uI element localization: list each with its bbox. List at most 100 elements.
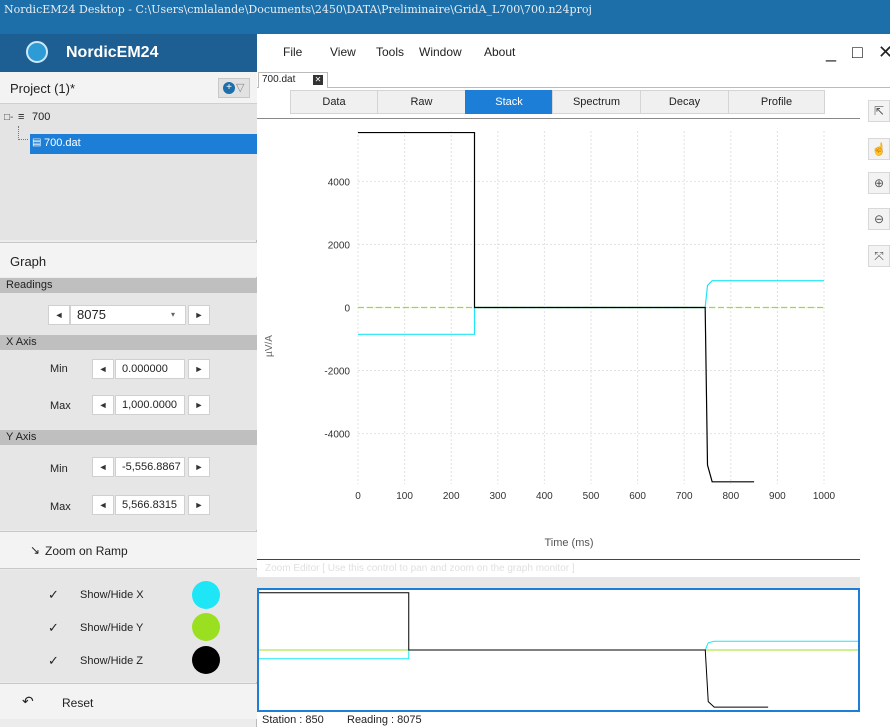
maximize-button[interactable]: □ (852, 42, 863, 63)
y-min-field[interactable]: -5,556.8867 (115, 457, 185, 477)
tree-collapse-icon[interactable]: □- (4, 112, 13, 123)
y-tick-label: 0 (344, 304, 350, 315)
reset-label: Reset (62, 696, 94, 710)
readings-prev-button[interactable]: ◄ (48, 305, 70, 325)
tab-spectrum[interactable]: Spectrum (552, 90, 641, 114)
readings-select[interactable]: 8075 ▾ (70, 305, 186, 325)
close-tab-icon[interactable]: ✕ (313, 75, 323, 85)
x-tick-label: 700 (676, 491, 693, 502)
x-tick-label: 200 (443, 491, 460, 502)
tree-root-label[interactable]: 700 (32, 111, 50, 123)
graph-title: Graph (10, 254, 47, 269)
chart-bottom-border (257, 559, 860, 560)
ramp-icon: ↘ (30, 543, 41, 557)
tab-decay[interactable]: Decay (640, 90, 729, 114)
y-axis-controls: Min ◄ -5,556.8867 ► Max ◄ 5,566.8315 ► (0, 445, 257, 530)
project-tree: □- ≡ 700 ▤ 700.dat (0, 104, 257, 240)
folder-icon: ≡ (18, 111, 25, 123)
project-header: Project (1)* + ▽ (0, 72, 257, 104)
y-min-increment-button[interactable]: ► (188, 457, 210, 477)
x-axis-header: X Axis (0, 335, 257, 350)
zoom-in-icon[interactable]: ⊕ (868, 172, 890, 194)
x-min-decrement-button[interactable]: ◄ (92, 359, 114, 379)
pointer-tool-icon[interactable]: ⇱ (868, 100, 890, 122)
show-z-checkbox[interactable]: ✓ (48, 653, 59, 669)
y-max-increment-button[interactable]: ► (188, 495, 210, 515)
tree-item-700-dat[interactable]: ▤ 700.dat (30, 134, 257, 154)
close-button[interactable]: ✕ (878, 42, 890, 63)
menu-view[interactable]: View (330, 45, 356, 59)
show-x-checkbox[interactable]: ✓ (48, 587, 59, 603)
tree-file-label: 700.dat (44, 137, 81, 149)
status-reading: Reading : 8075 (347, 714, 422, 726)
y-max-label: Max (50, 501, 71, 513)
graph-header: Graph (0, 242, 257, 277)
zoom-editor-overview[interactable] (257, 588, 860, 712)
zoom-out-icon[interactable]: ⊖ (868, 208, 890, 230)
x-max-decrement-button[interactable]: ◄ (92, 395, 114, 415)
menu-file[interactable]: File (283, 45, 302, 59)
y-min-decrement-button[interactable]: ◄ (92, 457, 114, 477)
y-tick-label: 4000 (328, 177, 351, 188)
x-min-field[interactable]: 0.000000 (115, 359, 185, 379)
project-add-filter-button[interactable]: + ▽ (218, 78, 250, 98)
chevron-down-icon: ▾ (171, 310, 176, 319)
brand-header: NordicEM24 (0, 34, 257, 72)
tab-profile[interactable]: Profile (728, 90, 825, 114)
window-title-bar: NordicEM24 Desktop - C:\Users\cmlalande\… (0, 0, 890, 34)
status-bar: Station : 850 Reading : 8075 (257, 712, 890, 727)
menu-bar: File View Tools Window About _ □ ✕ (257, 34, 890, 72)
y-min-label: Min (50, 463, 68, 475)
x-max-increment-button[interactable]: ► (188, 395, 210, 415)
menu-about[interactable]: About (484, 45, 515, 59)
y-axis-label: µV/A (264, 335, 275, 357)
zoom-on-ramp-label: Zoom on Ramp (45, 544, 128, 558)
x-tick-label: 800 (722, 491, 739, 502)
x-axis-label: Time (ms) (544, 537, 593, 549)
y-max-field[interactable]: 5,566.8315 (115, 495, 185, 515)
show-y-checkbox[interactable]: ✓ (48, 620, 59, 636)
tab-raw[interactable]: Raw (377, 90, 466, 114)
x-min-increment-button[interactable]: ► (188, 359, 210, 379)
status-station: Station : 850 (262, 714, 324, 726)
x-tick-label: 100 (396, 491, 413, 502)
tab-stack[interactable]: Stack (465, 90, 553, 114)
minimize-button[interactable]: _ (826, 42, 836, 63)
plot-labels: 0 100 200 300 400 500 600 700 800 900 1000 -4000 -20… (324, 177, 835, 502)
x-tick-label: 400 (536, 491, 553, 502)
x-max-label: Max (50, 400, 71, 412)
filter-icon: ▽ (236, 82, 245, 94)
stack-chart[interactable]: 0 100 200 300 400 500 600 700 800 900 1000 -4000 -20… (257, 118, 860, 560)
x-tick-label: 1000 (813, 491, 836, 502)
show-x-label: Show/Hide X (80, 589, 144, 601)
menu-tools[interactable]: Tools (376, 45, 404, 59)
doc-tab-700-dat[interactable]: 700.dat ✕ (258, 72, 328, 88)
undo-icon: ↶ (22, 693, 34, 709)
y-axis-header: Y Axis (0, 430, 257, 445)
x-tick-label: 300 (489, 491, 506, 502)
reset-button[interactable]: ↶ Reset (0, 683, 257, 719)
x-color-swatch[interactable] (192, 581, 220, 609)
zoom-editor-header: Zoom Editor [ Use this control to pan an… (257, 561, 860, 577)
menu-window[interactable]: Window (419, 45, 462, 59)
x-tick-label: 0 (355, 491, 361, 502)
pan-hand-icon[interactable]: ☝ (868, 138, 890, 160)
tree-connector (18, 126, 28, 140)
x-tick-label: 900 (769, 491, 786, 502)
z-color-swatch[interactable] (192, 646, 220, 674)
readings-next-button[interactable]: ► (188, 305, 210, 325)
tab-data[interactable]: Data (290, 90, 378, 114)
app-name: NordicEM24 (66, 44, 159, 61)
y-max-decrement-button[interactable]: ◄ (92, 495, 114, 515)
add-icon: + (223, 82, 235, 94)
zoom-on-ramp-button[interactable]: ↘ Zoom on Ramp (0, 531, 257, 569)
show-y-label: Show/Hide Y (80, 622, 144, 634)
x-tick-label: 600 (629, 491, 646, 502)
fit-view-icon[interactable]: ⤧ (868, 245, 890, 267)
x-max-field[interactable]: 1,000.0000 (115, 395, 185, 415)
doc-tab-strip: 700.dat ✕ (257, 72, 890, 88)
x-tick-label: 500 (583, 491, 600, 502)
file-icon: ▤ (32, 137, 42, 148)
y-tick-label: -2000 (324, 367, 350, 378)
y-color-swatch[interactable] (192, 613, 220, 641)
